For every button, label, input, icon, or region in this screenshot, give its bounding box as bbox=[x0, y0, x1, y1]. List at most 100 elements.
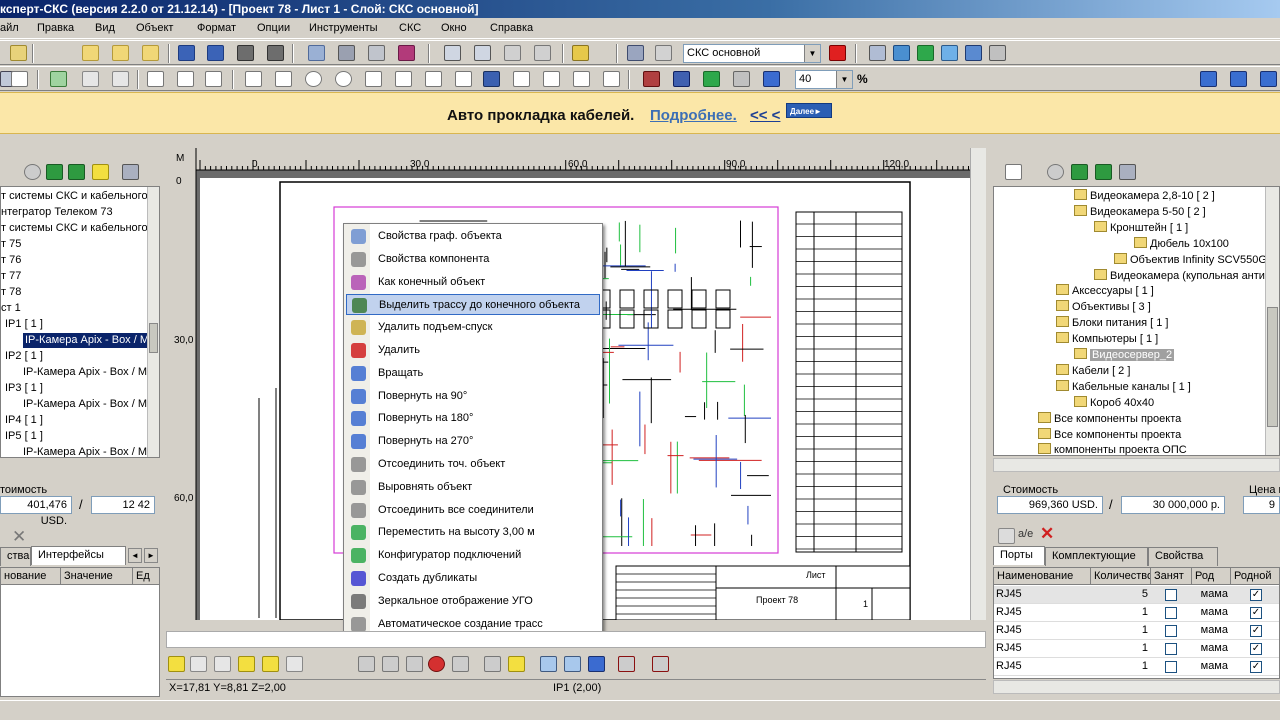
context-menu-item[interactable]: Выделить трассу до конечного объекта bbox=[346, 294, 600, 316]
tab-interfaces[interactable]: Интерфейсы bbox=[31, 546, 126, 565]
tree-item[interactable]: IP5 [ 1 ] bbox=[5, 429, 43, 444]
arrow-up-icon[interactable] bbox=[46, 164, 63, 180]
scale-icon[interactable] bbox=[82, 71, 99, 87]
busy-checkbox[interactable] bbox=[1165, 661, 1177, 673]
marker-icon[interactable] bbox=[508, 656, 525, 672]
folder-open-icon[interactable] bbox=[112, 45, 129, 61]
tree-item[interactable]: Все компоненты проекта bbox=[1038, 411, 1181, 427]
native-checkbox[interactable]: ✓ bbox=[1250, 607, 1262, 619]
unlock-icon[interactable] bbox=[534, 45, 551, 61]
ellipse-icon[interactable] bbox=[305, 71, 322, 87]
tree-item[interactable]: Дюбель 10x100 bbox=[1134, 236, 1229, 252]
column-header[interactable]: Наименование bbox=[994, 568, 1091, 585]
close-icon[interactable]: ✕ bbox=[12, 527, 26, 547]
layers-icon[interactable] bbox=[572, 45, 589, 61]
open-icon[interactable] bbox=[10, 45, 27, 61]
tab-properties[interactable]: Свойства bbox=[1148, 547, 1218, 566]
native-checkbox[interactable]: ✓ bbox=[1250, 625, 1262, 637]
table-row[interactable]: RJ45 1 мама ✓ bbox=[994, 604, 1279, 622]
context-menu-item[interactable]: Отсоединить все соединители bbox=[346, 500, 600, 521]
context-menu-item[interactable]: Зеркальное отображение УГО bbox=[346, 591, 600, 612]
dimension-icon[interactable] bbox=[147, 71, 164, 87]
tree-item[interactable]: IP-Камера Apix - Box / M bbox=[23, 445, 147, 457]
tree-item[interactable]: нтегратор Телеком 73 bbox=[1, 205, 113, 220]
context-menu-item[interactable]: Удалить bbox=[346, 340, 600, 361]
tree-item[interactable]: IP-Камера Apix - Box / M bbox=[23, 397, 147, 412]
tree-item[interactable]: IP1 [ 1 ] bbox=[5, 317, 43, 332]
export-icon[interactable] bbox=[267, 45, 284, 61]
tree-item-selected[interactable]: IP-Камера Apix - Box / M bbox=[23, 333, 152, 348]
layer-color-icon[interactable] bbox=[829, 45, 846, 61]
measure-icon[interactable] bbox=[484, 656, 501, 672]
table-row[interactable]: RJ45 1 мама ✓ bbox=[994, 640, 1279, 658]
context-menu-item[interactable]: Отсоединить точ. объект bbox=[346, 454, 600, 475]
tree-item[interactable]: компоненты проекта ОПС bbox=[1038, 443, 1187, 455]
arrow-right-icon[interactable] bbox=[1260, 71, 1277, 87]
hint-more-link[interactable]: Подробнее. bbox=[650, 107, 737, 124]
tree-item[interactable]: IP-Камера Apix - Box / M bbox=[23, 365, 147, 380]
context-menu-item[interactable]: Переместить на высоту 3,00 м bbox=[346, 522, 600, 543]
search-icon[interactable] bbox=[24, 164, 41, 180]
tree-item[interactable]: Аксессуары [ 1 ] bbox=[1056, 284, 1154, 299]
tree-item[interactable]: т 77 bbox=[1, 269, 21, 284]
tree-item[interactable]: Видеокамера 2,8-10 [ 2 ] bbox=[1074, 189, 1215, 204]
tab-accessories[interactable]: Комплектующие bbox=[1045, 547, 1148, 566]
menu-tools[interactable]: Инструменты bbox=[309, 22, 378, 34]
connection-icon[interactable] bbox=[452, 656, 469, 672]
hand-icon[interactable] bbox=[11, 71, 28, 87]
tree-item[interactable]: IP2 [ 1 ] bbox=[5, 349, 43, 364]
cursor-icon[interactable] bbox=[50, 71, 67, 87]
rename-icon[interactable]: a/e bbox=[1018, 528, 1033, 540]
grid-icon[interactable] bbox=[869, 45, 886, 61]
arc-icon[interactable] bbox=[365, 71, 382, 87]
snap-icon[interactable] bbox=[112, 71, 129, 87]
curve-icon[interactable] bbox=[395, 71, 412, 87]
component-icon[interactable] bbox=[998, 528, 1015, 544]
tree-item[interactable]: Короб 40x40 bbox=[1074, 395, 1154, 411]
tree-item[interactable]: Все компоненты проекта bbox=[1038, 427, 1181, 443]
cabinet-icon[interactable] bbox=[643, 71, 660, 87]
column-header[interactable]: Занят bbox=[1151, 568, 1192, 585]
busy-checkbox[interactable] bbox=[1165, 589, 1177, 601]
grid-icon[interactable] bbox=[190, 656, 207, 672]
trace-line-icon[interactable] bbox=[382, 656, 399, 672]
context-menu-item[interactable]: Свойства граф. объекта bbox=[346, 226, 600, 247]
circle-icon[interactable] bbox=[335, 71, 352, 87]
context-menu-item[interactable]: Повернуть на 180° bbox=[346, 408, 600, 429]
menu-help[interactable]: Справка bbox=[490, 22, 533, 34]
line-icon[interactable] bbox=[245, 71, 262, 87]
tab-ports[interactable]: Порты bbox=[993, 546, 1045, 565]
chevron-down-icon[interactable]: ▼ bbox=[804, 45, 820, 62]
menu-edit[interactable]: Правка bbox=[37, 22, 74, 34]
zoom-out-icon[interactable] bbox=[564, 656, 581, 672]
hint-back-link[interactable]: << < bbox=[750, 107, 780, 124]
menu-options[interactable]: Опции bbox=[257, 22, 290, 34]
context-menu-item[interactable]: Свойства компонента bbox=[346, 249, 600, 270]
zoom-fit-icon[interactable] bbox=[588, 656, 605, 672]
tree-item-selected[interactable]: Видеосервер_2 bbox=[1074, 348, 1175, 363]
menu-scs[interactable]: СКС bbox=[399, 22, 421, 34]
arrow-down-icon[interactable] bbox=[68, 164, 85, 180]
tree-item[interactable]: Объективы [ 3 ] bbox=[1056, 300, 1151, 315]
context-menu-item[interactable]: Как конечный объект bbox=[346, 272, 600, 293]
column-header[interactable]: Ед bbox=[133, 568, 159, 585]
column-header[interactable]: Родной bbox=[1231, 568, 1279, 585]
tree-item[interactable]: т системы СКС и кабельного bbox=[1, 221, 148, 236]
crosshair-icon[interactable] bbox=[455, 71, 472, 87]
column-header[interactable]: нование bbox=[1, 568, 61, 585]
snap-grid-icon[interactable] bbox=[168, 656, 185, 672]
lock-icon[interactable] bbox=[504, 45, 521, 61]
busy-checkbox[interactable] bbox=[1165, 625, 1177, 637]
zoom-select[interactable]: 40 ▼ bbox=[795, 70, 853, 89]
tree-item[interactable]: т 76 bbox=[1, 253, 21, 268]
polyline-icon[interactable] bbox=[513, 71, 530, 87]
riser-tool-icon[interactable] bbox=[603, 71, 620, 87]
folder-icon[interactable] bbox=[82, 45, 99, 61]
native-checkbox[interactable]: ✓ bbox=[1250, 661, 1262, 673]
arrow-up-icon[interactable] bbox=[1071, 164, 1088, 180]
object-search-icon[interactable] bbox=[358, 656, 375, 672]
tab-properties[interactable]: ства bbox=[0, 547, 31, 566]
busy-checkbox[interactable] bbox=[1165, 643, 1177, 655]
tree-item[interactable]: Объектив Infinity SCV550G bbox=[1114, 252, 1267, 268]
chevron-down-icon[interactable]: ▼ bbox=[836, 71, 852, 88]
